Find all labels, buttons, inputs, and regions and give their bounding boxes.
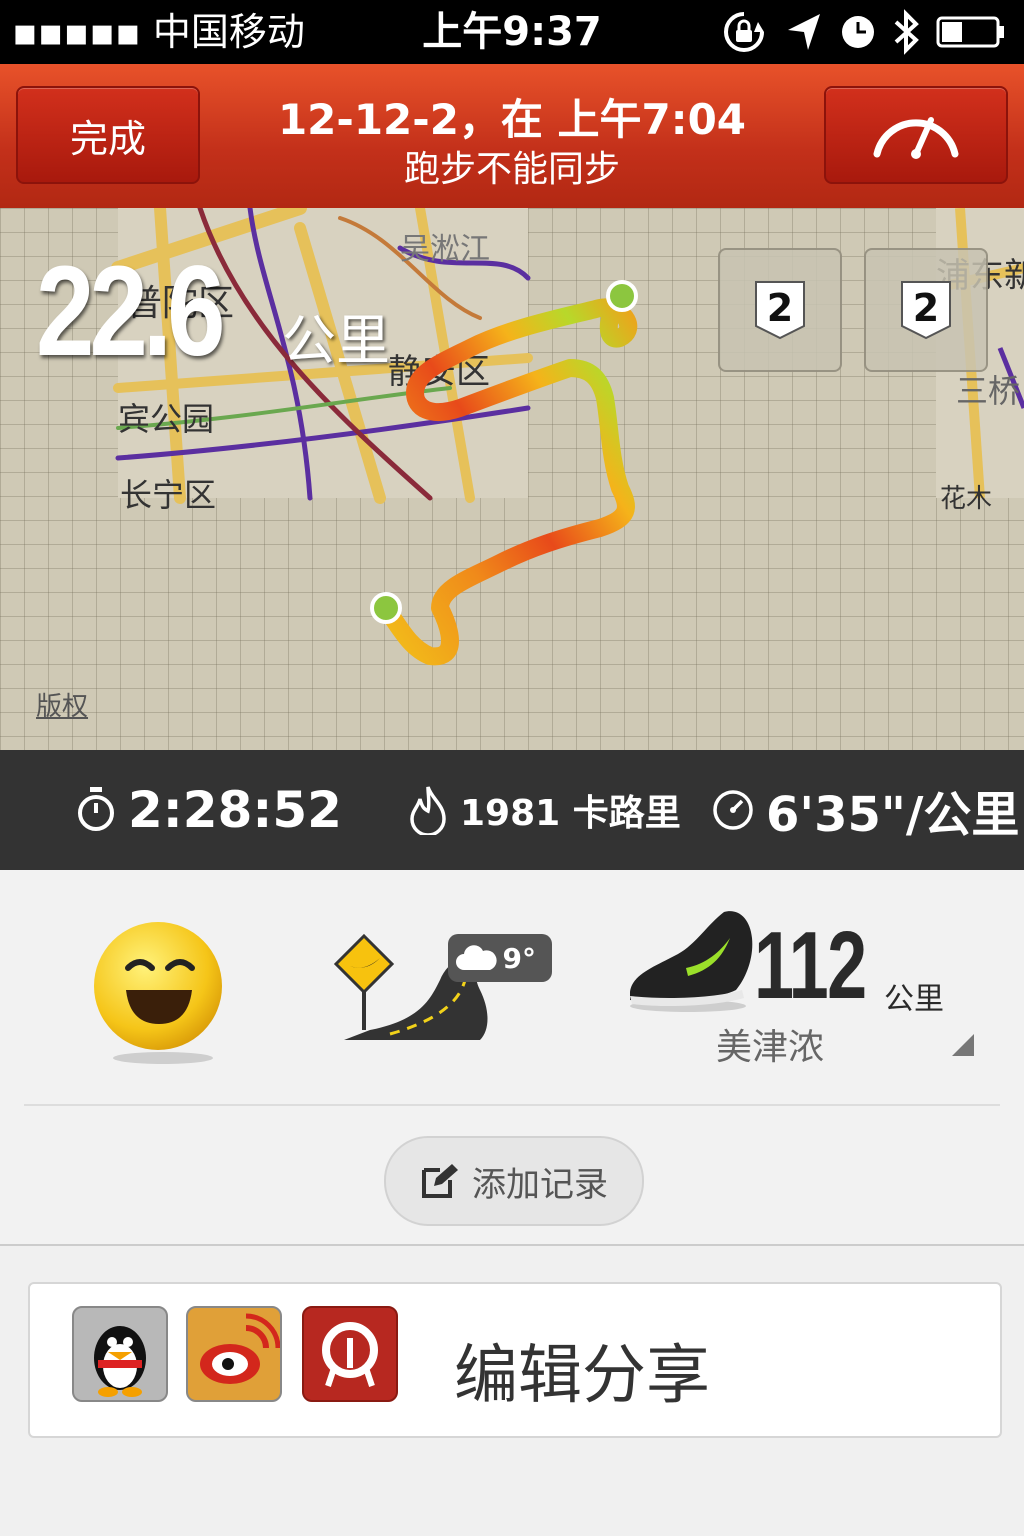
renren-logo-icon <box>322 1322 378 1387</box>
run-date-title: 12-12-2，在 上午7:04 <box>277 95 747 144</box>
pace-gauge-icon <box>713 790 753 830</box>
done-button[interactable]: 完成 <box>16 86 200 184</box>
speedometer-button[interactable] <box>824 86 1008 184</box>
calories-stat: 1981 卡路里 <box>408 750 681 870</box>
stats-bar: 2:28:52 1981 卡路里 6'35"/公里 <box>0 750 1024 870</box>
weibo-eye-icon <box>200 1313 281 1384</box>
battery-icon <box>936 16 1004 48</box>
status-bar: ▪▪▪▪▪ 中国移动 上午9:37 <box>0 0 1024 64</box>
edit-share-label: 编辑分享 <box>454 1339 710 1413</box>
shoe-name[interactable]: 美津浓 <box>716 1018 824 1070</box>
qq-share-icon[interactable] <box>72 1306 168 1402</box>
location-arrow-icon <box>788 14 820 50</box>
pace-stat: 6'35"/公里 <box>712 750 1019 870</box>
sync-status-text: 跑步不能同步 <box>403 149 620 190</box>
flame-icon <box>410 786 446 835</box>
qq-penguin-icon <box>94 1326 146 1397</box>
stopwatch-icon <box>78 787 114 831</box>
renren-share-icon[interactable] <box>302 1306 398 1402</box>
mile-marker-number: 2 <box>766 286 794 330</box>
duration-stat: 2:28:52 <box>76 750 342 870</box>
add-record-label: 添加记录 <box>472 1164 608 1205</box>
bluetooth-icon <box>894 9 919 55</box>
distance-unit: 公里 <box>282 309 390 372</box>
nav-header: 完成 12-12-2，在 上午7:04 跑步不能同步 <box>0 64 1024 210</box>
run-map[interactable]: 吴淞江 普陀区 静安区 宾公园 长宁区 浦东新 三桥 花木 22.6 公里 2 … <box>0 208 1024 750</box>
calories-value: 1981 卡路里 <box>460 793 681 834</box>
status-icons <box>718 6 1006 58</box>
weather-badge[interactable]: 9° <box>448 934 552 982</box>
mile-marker[interactable]: 2 <box>864 248 988 372</box>
add-record-button[interactable]: 添加记录 <box>384 1136 644 1226</box>
distance-value: 22.6 <box>36 240 226 383</box>
alarm-clock-icon <box>842 16 874 48</box>
shoe-distance-unit: 公里 <box>884 982 944 1017</box>
divider <box>24 1104 1000 1106</box>
share-panel[interactable]: 编辑分享 <box>28 1282 1002 1438</box>
pace-value: 6'35"/公里 <box>766 787 1020 843</box>
rotation-lock-icon <box>724 12 764 52</box>
dropdown-corner-icon[interactable] <box>952 1034 974 1056</box>
shoe-distance-value: 112 <box>754 912 867 1019</box>
weibo-share-icon[interactable] <box>186 1306 282 1402</box>
edit-note-icon <box>422 1164 458 1198</box>
temperature-value: 9° <box>502 941 536 975</box>
map-copyright-link[interactable]: 版权 <box>36 686 88 723</box>
speedometer-icon <box>873 117 959 159</box>
cloud-icon <box>456 945 497 970</box>
mile-marker[interactable]: 2 <box>718 248 842 372</box>
mile-marker-number: 2 <box>912 286 940 330</box>
mood-smiley-icon[interactable] <box>88 918 238 1068</box>
shoe-icon[interactable] <box>626 908 756 1012</box>
duration-value: 2:28:52 <box>128 781 342 839</box>
